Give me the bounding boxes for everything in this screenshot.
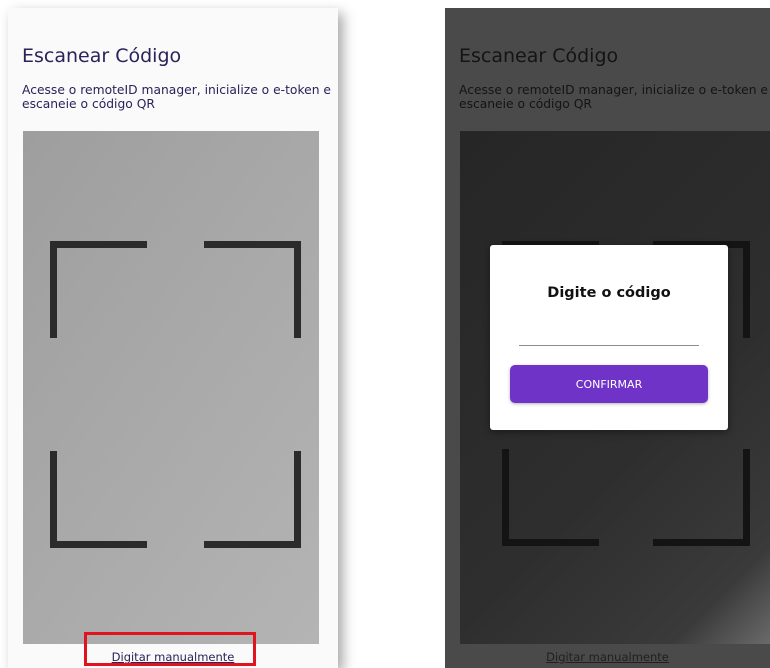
confirm-button[interactable]: CONFIRMAR [510, 365, 708, 403]
camera-viewfinder [23, 131, 319, 644]
scan-frame-corner-bottom-right [653, 449, 750, 546]
page-subtitle: Acesse o remoteID manager, inicialize o … [459, 83, 768, 111]
highlight-annotation [84, 632, 256, 666]
scan-frame-corner-bottom-right [204, 451, 301, 548]
scan-screen-default: Escanear Código Acesse o remoteID manage… [8, 8, 338, 668]
dialog-title: Digite o código [547, 285, 671, 301]
scan-frame-corner-bottom-left [50, 451, 147, 548]
scan-frame-corner-bottom-left [502, 449, 599, 546]
scan-frame-corner-top-right [204, 241, 301, 338]
enter-code-dialog: Digite o código CONFIRMAR [490, 245, 728, 430]
code-input[interactable] [519, 323, 699, 346]
page-title: Escanear Código [459, 45, 619, 67]
page-title: Escanear Código [22, 45, 182, 67]
page-subtitle: Acesse o remoteID manager, inicialize o … [22, 83, 331, 111]
scan-frame-corner-top-left [50, 241, 147, 338]
scan-screen-manual-dialog: Escanear Código Acesse o remoteID manage… [445, 8, 770, 668]
manual-entry-link[interactable]: Digitar manualmente [445, 650, 770, 664]
